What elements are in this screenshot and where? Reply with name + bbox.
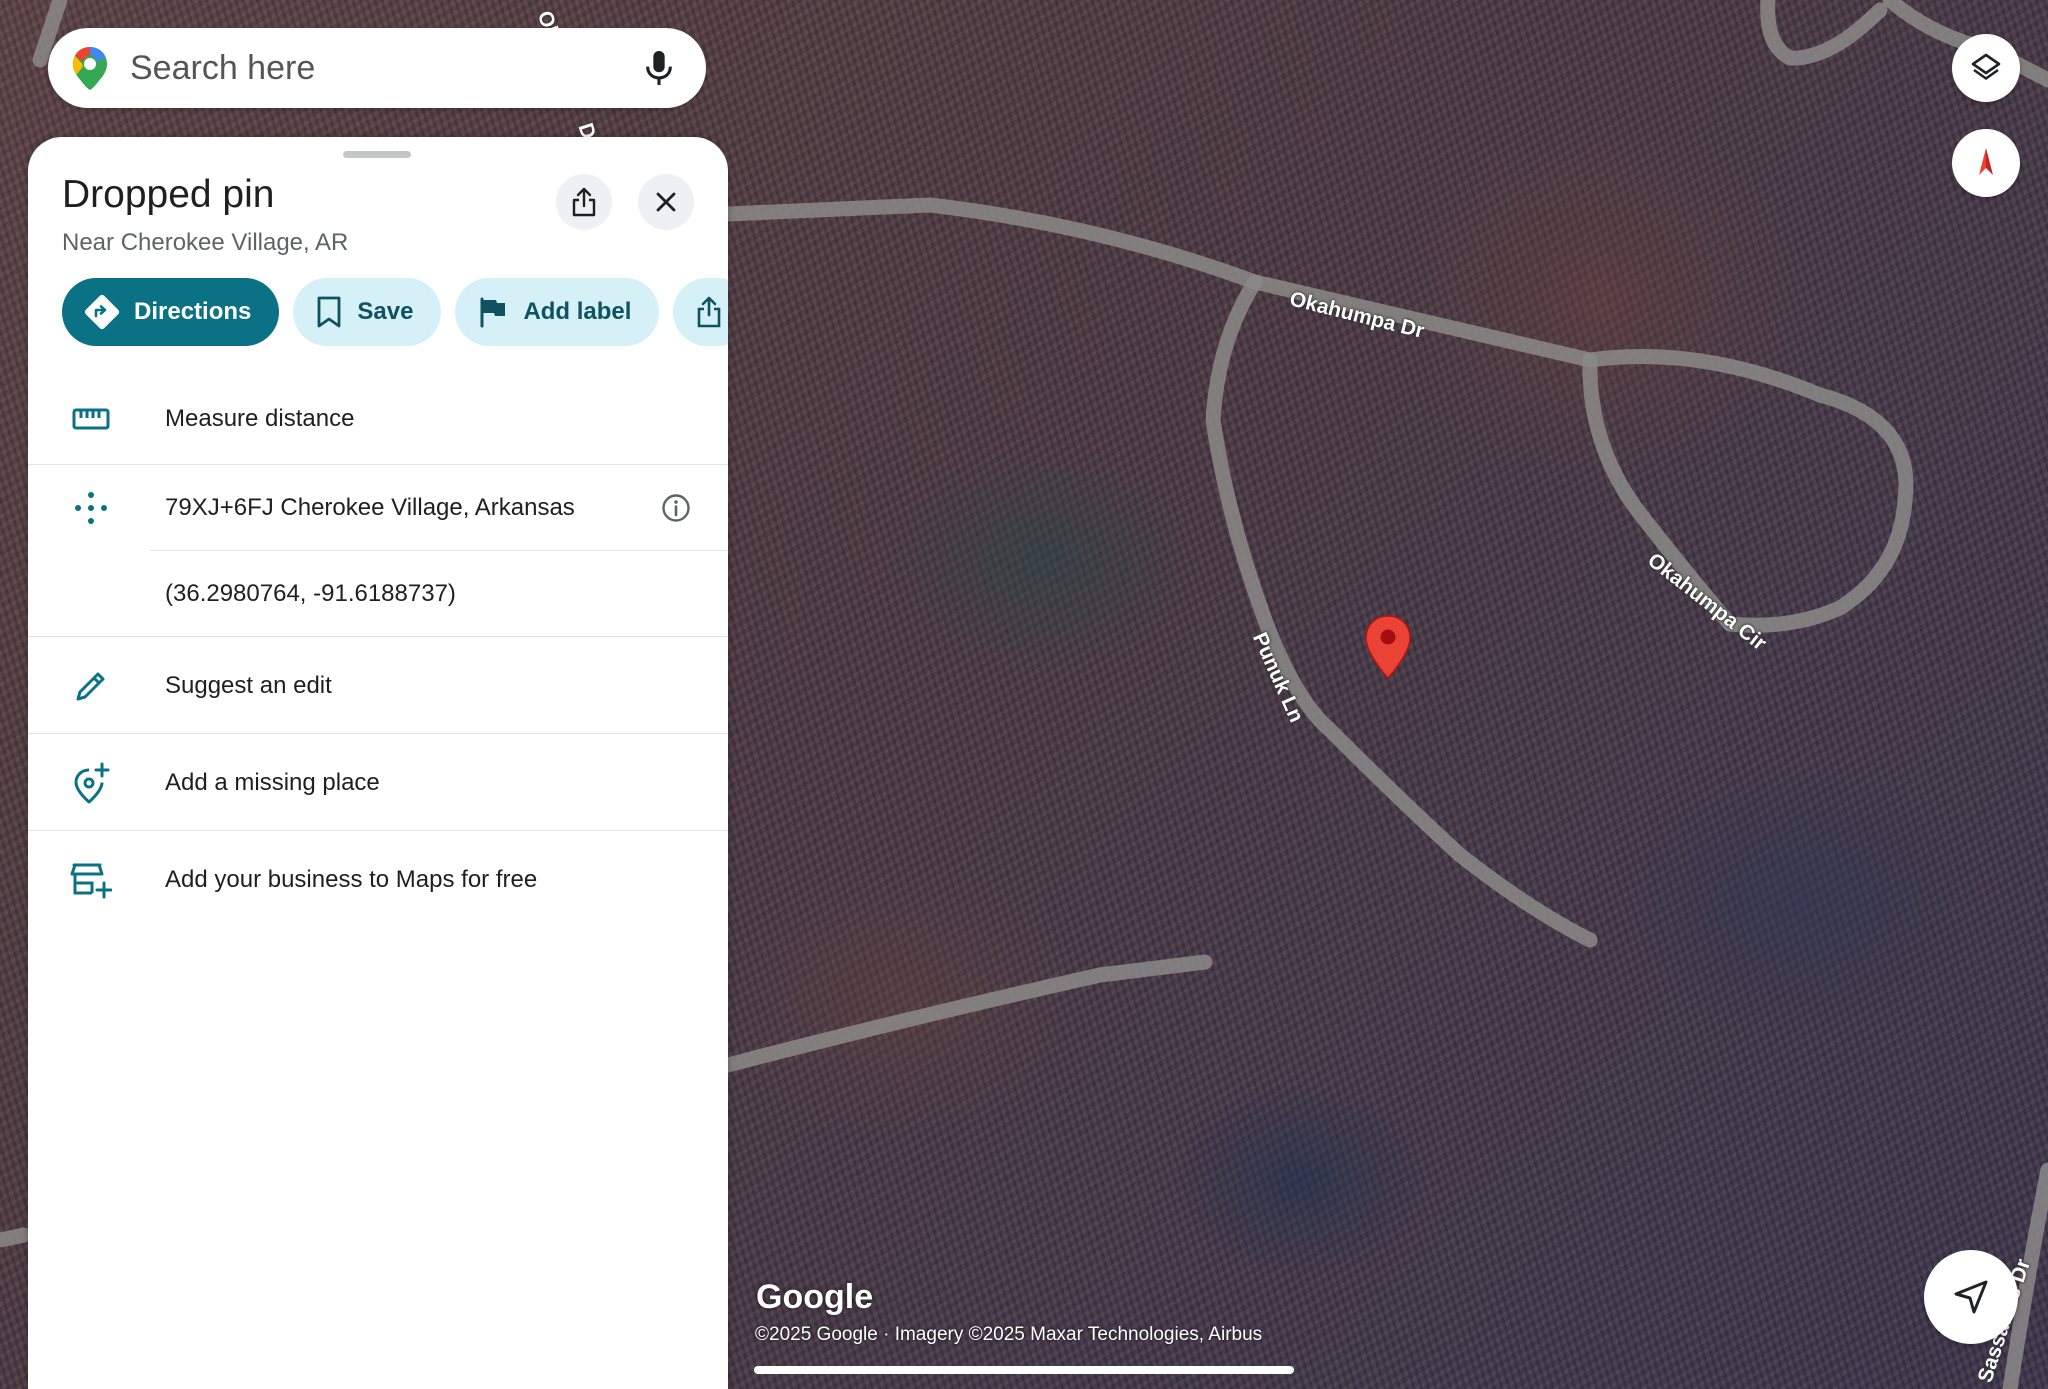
flag-icon: [480, 297, 506, 328]
directions-label: Directions: [134, 298, 252, 325]
plus-code-icon: [68, 485, 114, 531]
place-subtitle: Near Cherokee Village, AR: [62, 229, 349, 256]
add-business-row[interactable]: Add your business to Maps for free: [28, 831, 728, 928]
layers-button[interactable]: [1952, 34, 2020, 102]
dropped-pin-marker[interactable]: [1364, 614, 1412, 680]
google-logo: Google: [756, 1278, 874, 1316]
close-button[interactable]: [638, 174, 694, 230]
share-button[interactable]: [556, 174, 612, 230]
home-indicator[interactable]: [754, 1366, 1294, 1374]
place-details-panel: Dropped pin Near Cherokee Village, AR Di…: [28, 137, 728, 1389]
compass-button[interactable]: [1952, 129, 2020, 197]
plus-code-row[interactable]: 79XJ+6FJ Cherokee Village, Arkansas: [28, 465, 728, 551]
ruler-icon: [68, 396, 114, 442]
measure-distance-row[interactable]: Measure distance: [28, 373, 728, 465]
page-title: Dropped pin: [62, 173, 275, 216]
search-input[interactable]: [130, 48, 610, 88]
navigation-arrow-icon: [1954, 1280, 1988, 1314]
measure-distance-label: Measure distance: [165, 405, 355, 432]
pencil-icon: [68, 663, 114, 709]
drag-handle[interactable]: [343, 151, 411, 158]
coordinates-label: (36.2980764, -91.6188737): [165, 580, 456, 607]
share-icon: [698, 296, 721, 328]
plus-code-label: 79XJ+6FJ Cherokee Village, Arkansas: [165, 494, 575, 521]
coordinates-row[interactable]: (36.2980764, -91.6188737): [28, 551, 728, 637]
directions-button[interactable]: Directions: [62, 278, 280, 346]
add-business-label: Add your business to Maps for free: [165, 865, 538, 893]
suggest-edit-label: Suggest an edit: [165, 671, 332, 699]
save-button[interactable]: Save: [293, 278, 442, 346]
directions-icon: [84, 294, 120, 330]
close-icon: [656, 192, 676, 212]
share-chip-button[interactable]: [673, 278, 728, 346]
bookmark-icon: [317, 296, 341, 328]
google-maps-logo-icon: [73, 47, 107, 90]
info-icon[interactable]: [660, 492, 692, 524]
map-attribution[interactable]: ©2025 Google · Imagery ©2025 Maxar Techn…: [755, 1324, 1262, 1346]
compass-icon: [1979, 148, 1993, 175]
add-location-icon: [68, 760, 114, 806]
suggest-edit-row[interactable]: Suggest an edit: [28, 637, 728, 734]
microphone-icon[interactable]: [642, 48, 676, 88]
my-location-button[interactable]: [1924, 1250, 2018, 1344]
add-missing-place-label: Add a missing place: [165, 768, 380, 796]
add-business-icon: [68, 857, 114, 903]
search-bar[interactable]: [48, 28, 706, 108]
details-list: Measure distance 79XJ+6FJ Cherokee Villa…: [28, 373, 728, 928]
add-missing-place-row[interactable]: Add a missing place: [28, 734, 728, 831]
action-chips: Directions Save Add label: [62, 278, 728, 346]
save-label: Save: [357, 298, 414, 325]
add-label-button[interactable]: Add label: [455, 278, 660, 346]
share-icon: [572, 187, 596, 217]
layers-icon: [1971, 53, 2001, 80]
add-label-label: Add label: [523, 298, 632, 325]
